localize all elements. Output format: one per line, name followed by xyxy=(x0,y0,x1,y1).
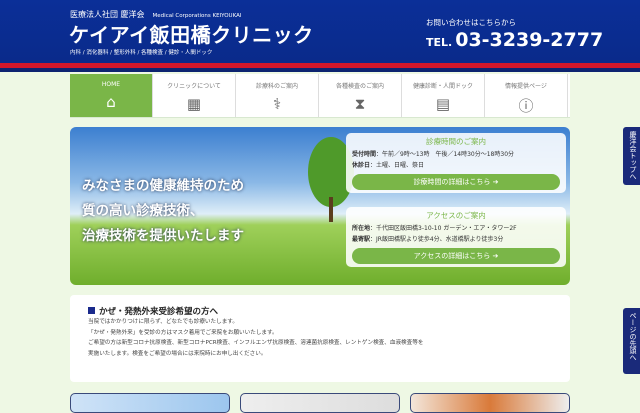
hero-line: 質の高い診療技術、 xyxy=(82,203,204,219)
nav-exams[interactable]: 各種検査のご案内 ⧗ xyxy=(319,74,402,117)
closed-days: 休診日：土曜、日曜、祭日 xyxy=(352,160,560,169)
nav-label: 情報提供ページ xyxy=(505,83,547,90)
fever-notice: かぜ・発熱外来受診希望の方へ 当院ではかかりつけに限らず、どなたでも診療いたしま… xyxy=(70,295,570,382)
clipboard-icon: ▤ xyxy=(435,95,451,113)
access-panel: アクセスのご案内 所在地：千代田区飯田橋3-10-10 ガーデン・エア・タワー2… xyxy=(346,207,566,267)
nearest-station: 最寄駅：JR飯田橋駅より徒歩4分、水道橋駅より徒歩3分 xyxy=(352,234,560,243)
label: 受付時間 xyxy=(352,151,377,158)
label: 所在地 xyxy=(352,225,371,232)
access-heading: アクセスのご案内 xyxy=(426,211,486,220)
value: ：千代田区飯田橋3-10-10 ガーデン・エア・タワー2F xyxy=(370,225,517,232)
stethoscope-icon: ⚕ xyxy=(272,95,282,113)
departments: 内科 / 消化器科 / 整形外科 / 各種検査 / 健診・人間ドック xyxy=(70,50,213,56)
nav-info[interactable]: 情報提供ページ ⓘ xyxy=(485,74,568,117)
button-label: アクセスの詳細はこちら xyxy=(413,252,491,260)
feature-card[interactable] xyxy=(70,393,230,413)
nav-about[interactable]: クリニックについて ▦ xyxy=(153,74,236,117)
notice-heading: かぜ・発熱外来受診希望の方へ xyxy=(88,305,552,317)
button-label: 診療時間の詳細はこちら xyxy=(413,178,491,186)
notice-line: ご希望の方は新型コロナ抗原検査、新型コロナPCR検査、インフルエンザ抗原検査、溶… xyxy=(88,340,424,346)
address: 所在地：千代田区飯田橋3-10-10 ガーデン・エア・タワー2F xyxy=(352,223,560,232)
access-detail-button[interactable]: アクセスの詳細はこちら ➔ xyxy=(352,248,560,264)
square-bullet-icon xyxy=(88,307,95,314)
hospital-icon: ▦ xyxy=(186,95,202,113)
feature-card[interactable] xyxy=(410,393,570,413)
hours-detail-button[interactable]: 診療時間の詳細はこちら ➔ xyxy=(352,174,560,190)
arrow-circle-icon: ➔ xyxy=(492,178,499,186)
nav-label: クリニックについて xyxy=(167,83,221,90)
value: ：JR飯田橋駅より徒歩4分、水道橋駅より徒歩3分 xyxy=(370,236,504,243)
hero-banner: みなさまの健康維持のため 質の高い診療技術、 治療技術を提供いたします 診療時間… xyxy=(70,127,570,285)
nav-label: 診療科のご案内 xyxy=(255,83,298,90)
contact-label: お問い合わせはこちらから xyxy=(426,18,516,27)
nav-home[interactable]: HOME ⌂ xyxy=(70,74,153,117)
nav-checkup[interactable]: 健康診断・人間ドック ▤ xyxy=(402,74,485,117)
nav-label: 健康診断・人間ドック xyxy=(412,83,473,90)
feature-card[interactable] xyxy=(240,393,400,413)
reception-hours: 受付時間：午前／9時～13時 午後／14時30分～18時30分 xyxy=(352,149,560,158)
hero-line: 治療技術を提供いたします xyxy=(82,228,244,244)
blue-stripe xyxy=(0,68,640,72)
tree-trunk xyxy=(329,197,333,222)
tel-number[interactable]: TEL. 03-3239-2777 xyxy=(426,29,603,51)
hours-panel: 診療時間のご案内 受付時間：午前／9時～13時 午後／14時30分～18時30分… xyxy=(346,133,566,193)
page-top-button[interactable]: ページの先頭へ xyxy=(623,308,640,374)
hours-heading: 診療時間のご案内 xyxy=(426,137,486,146)
notice-line: 「かぜ・発熱外来」を受診の方はマスク着用でご来院をお願いいたします。 xyxy=(88,329,278,336)
label: 休診日 xyxy=(352,162,371,169)
heading-text: かぜ・発熱外来受診希望の方へ xyxy=(99,307,219,317)
value: ：土曜、日曜、祭日 xyxy=(370,162,425,169)
hourglass-icon: ⧗ xyxy=(354,95,366,113)
notice-line: 実施いたします。検査をご希望の場合には来院時にお申し出ください。 xyxy=(88,350,267,357)
nav-departments[interactable]: 診療科のご案内 ⚕ xyxy=(236,74,319,117)
label: 最寄駅 xyxy=(352,236,371,243)
site-title[interactable]: ケイアイ飯田橋クリニック xyxy=(69,19,314,48)
keiyoukai-top-link[interactable]: 慶洋会トップへ xyxy=(623,127,640,185)
notice-line: 当院ではかかりつけに限らず、どなたでも診療いたします。 xyxy=(88,319,238,325)
nav-label: 各種検査のご案内 xyxy=(335,83,384,90)
arrow-circle-icon: ➔ xyxy=(492,252,499,260)
main-nav: HOME ⌂ クリニックについて ▦ 診療科のご案内 ⚕ 各種検査のご案内 ⧗ 健康診断… xyxy=(70,74,570,118)
hero-line: みなさまの健康維持のため xyxy=(82,178,244,194)
tel-prefix: TEL. xyxy=(426,36,453,49)
tel-value: 03-3239-2777 xyxy=(455,29,604,51)
info-icon: ⓘ xyxy=(518,97,534,115)
org-jp: 医療法人社団 慶洋会 xyxy=(70,10,145,19)
header: 医療法人社団 慶洋会 Medical Corporations KEIYOUKAI… xyxy=(0,0,640,64)
home-icon: ⌂ xyxy=(106,93,116,111)
nav-label: HOME xyxy=(101,81,121,88)
value: ：午前／9時～13時 午後／14時30分～18時30分 xyxy=(376,151,515,158)
